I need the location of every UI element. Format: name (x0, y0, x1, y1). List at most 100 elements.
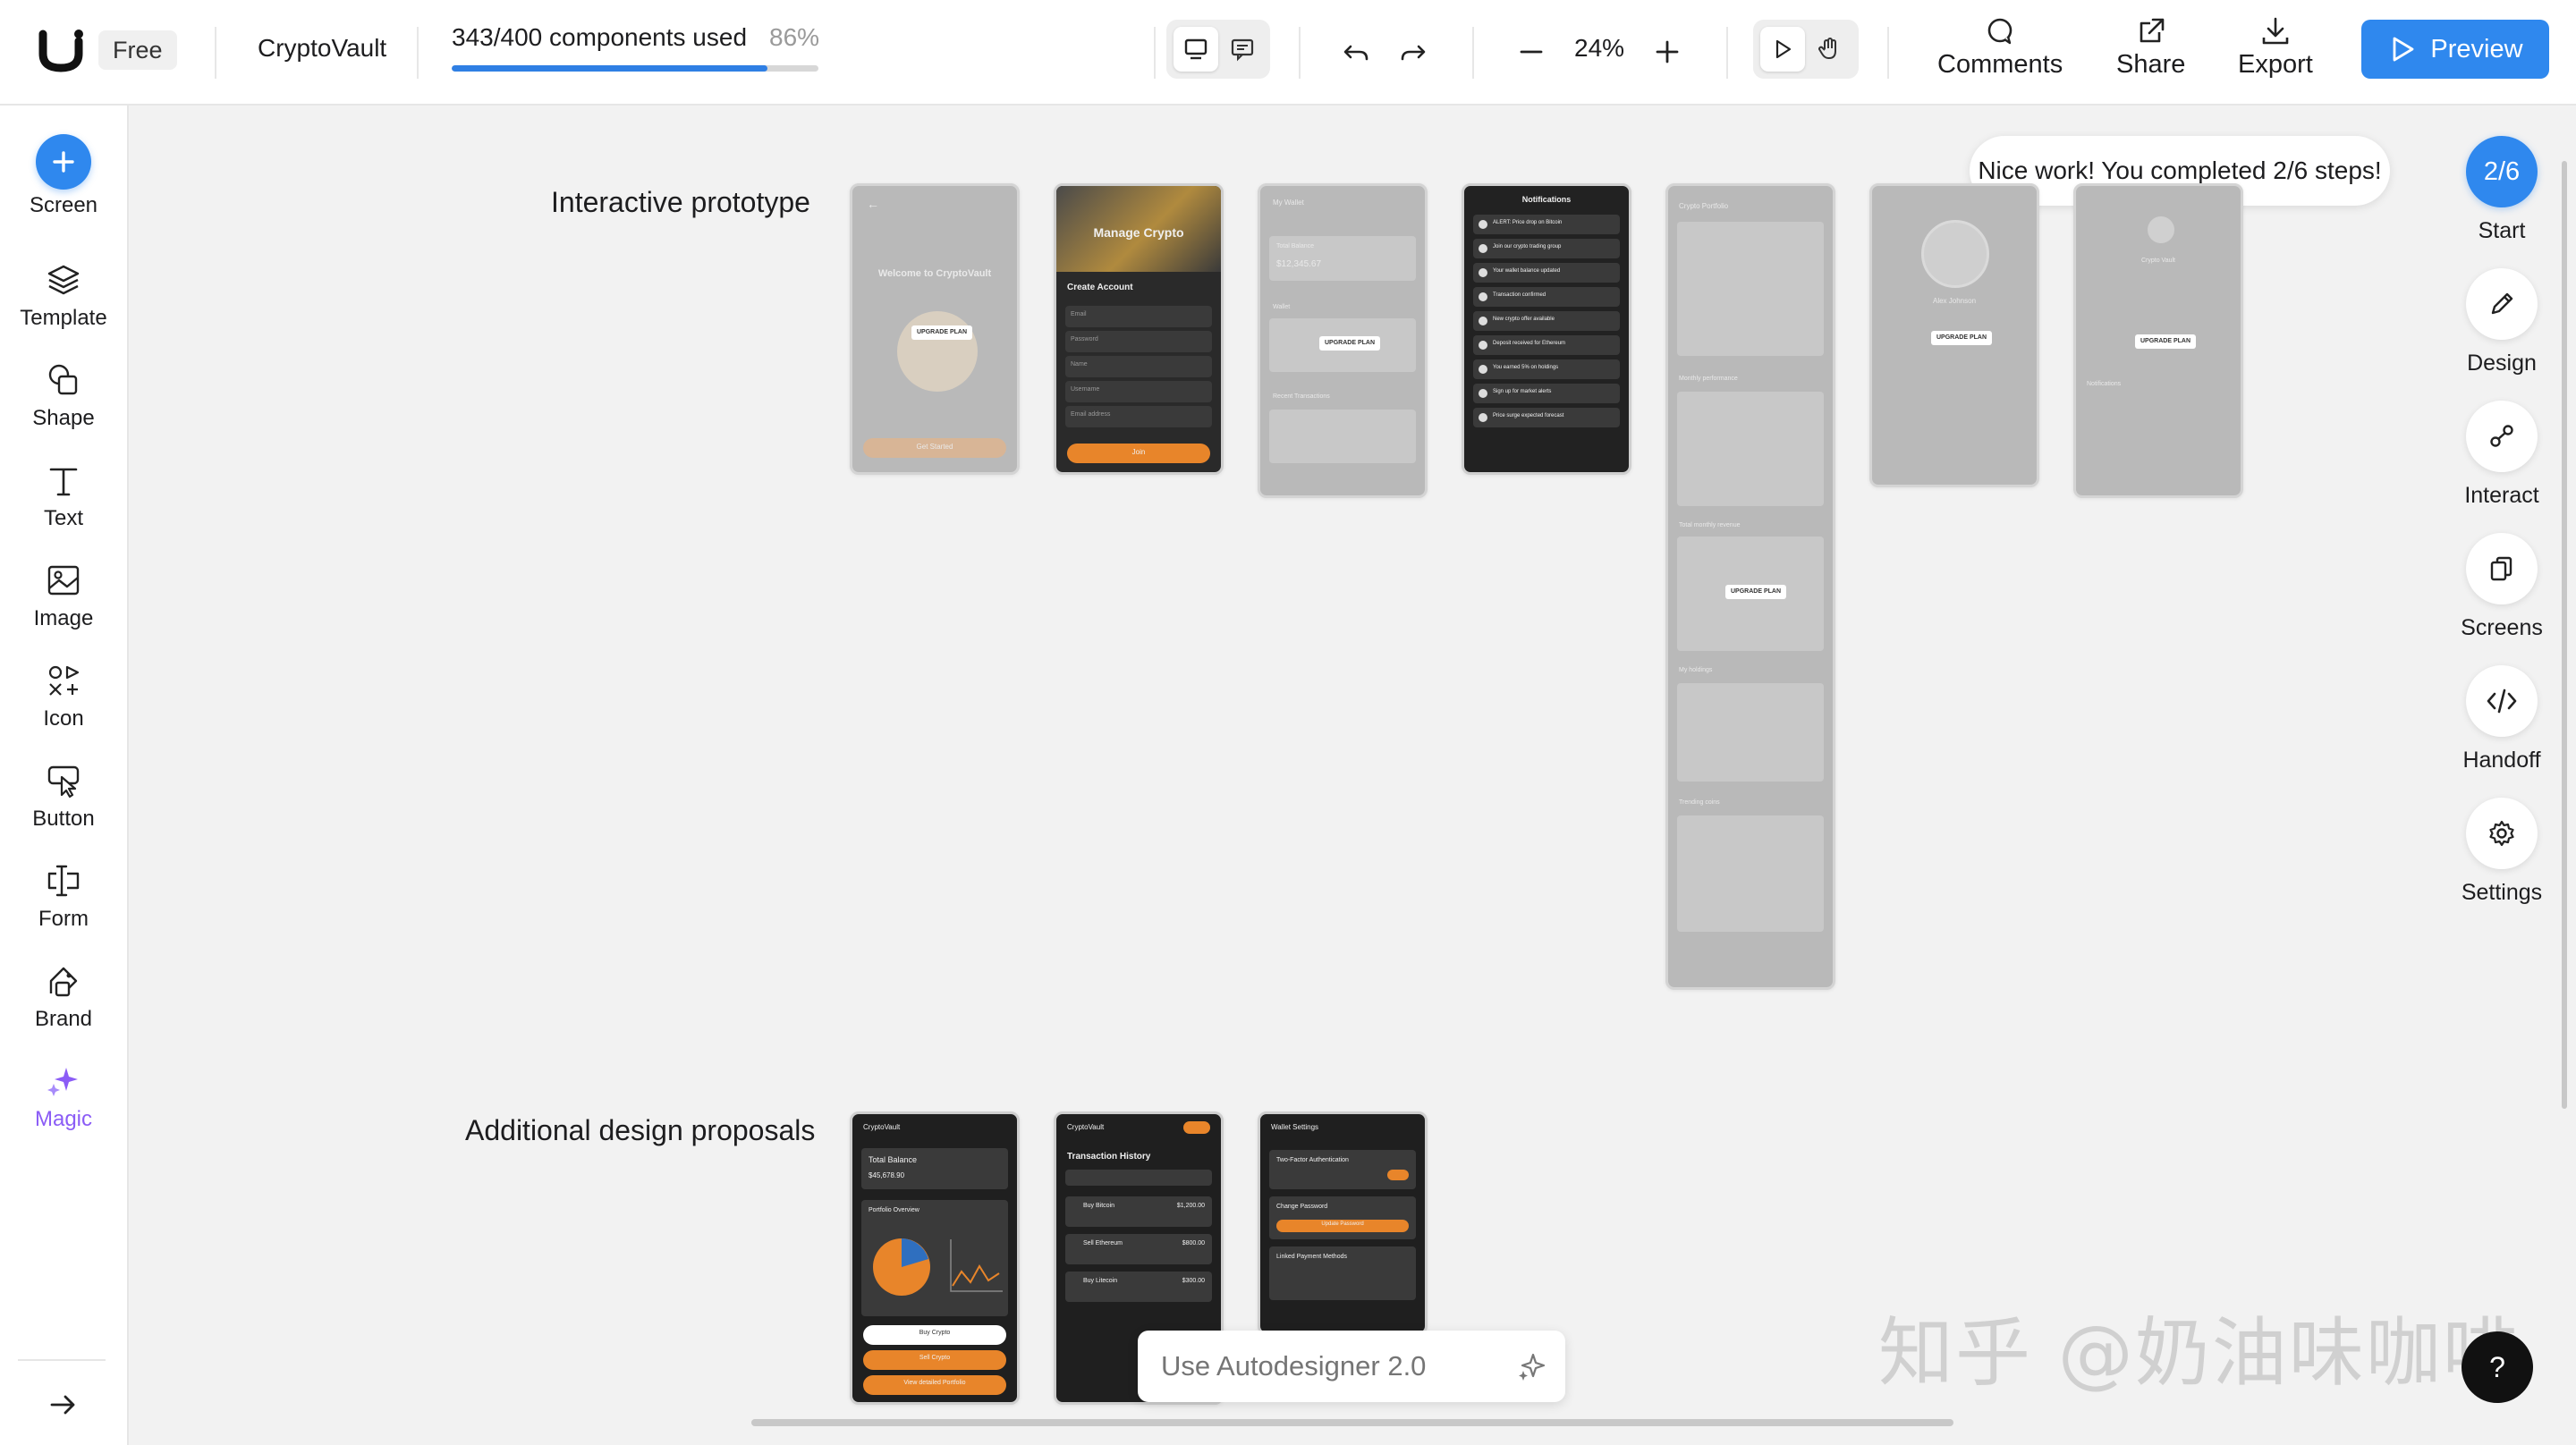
panel-handoff[interactable]: Handoff (2453, 665, 2551, 773)
tool-icon[interactable]: Icon (0, 658, 127, 748)
notification-icon (1479, 292, 1487, 301)
notification-text: Sign up for market alerts (1493, 389, 1552, 394)
transaction-row[interactable]: Sell Ethereum $800.00 (1065, 1234, 1212, 1264)
zoom-in-button[interactable] (1642, 27, 1692, 77)
panel-interact[interactable]: Interact (2453, 401, 2551, 509)
view-portfolio-button[interactable]: View detailed Portfolio (863, 1375, 1006, 1395)
desktop-view-button[interactable] (1174, 27, 1218, 72)
expand-sidebar-button[interactable] (39, 1381, 88, 1429)
autodesigner-input[interactable] (1161, 1350, 1483, 1382)
wallet-title: My Wallet (1273, 199, 1304, 207)
transaction-row[interactable]: Buy Bitcoin $1,200.00 (1065, 1196, 1212, 1227)
help-button[interactable]: ? (2462, 1331, 2533, 1403)
tool-form[interactable]: Form (0, 858, 127, 948)
screen-thumbnail-settings[interactable]: Crypto Vault UPGRADE PLAN Notifications (2073, 183, 2243, 498)
upgrade-badge[interactable]: UPGRADE PLAN (1931, 331, 1993, 345)
two-factor-toggle[interactable] (1387, 1170, 1409, 1180)
onboarding-start[interactable]: 2/6 Start (2453, 136, 2551, 244)
tool-screen[interactable]: Screen (0, 134, 127, 224)
screen-thumbnail-create-account[interactable]: Manage Crypto Create Account Email Passw… (1054, 183, 1224, 475)
share-button[interactable]: Share (2116, 16, 2185, 93)
undo-button[interactable] (1331, 27, 1381, 77)
tool-template[interactable]: Template (0, 258, 127, 347)
step-counter[interactable]: 2/6 (2466, 136, 2538, 207)
project-name[interactable]: CryptoVault (258, 34, 386, 63)
preview-button[interactable]: Preview (2361, 20, 2549, 79)
app-logo[interactable] (36, 29, 89, 73)
divider (1299, 27, 1301, 79)
select-tool-button[interactable] (1760, 27, 1805, 72)
zoom-out-button[interactable] (1506, 27, 1556, 77)
screen-thumbnail-wallet[interactable]: My Wallet Total Balance $12,345.67 Walle… (1258, 183, 1428, 498)
upgrade-badge[interactable]: UPGRADE PLAN (911, 325, 973, 340)
code-icon[interactable] (2466, 665, 2538, 737)
filter-bar[interactable] (1065, 1170, 1212, 1186)
sell-crypto-button[interactable]: Sell Crypto (863, 1350, 1006, 1370)
zoom-level[interactable]: 24% (1574, 34, 1624, 63)
screens-icon[interactable] (2466, 533, 2538, 604)
vertical-scrollbar[interactable] (2562, 161, 2567, 1109)
pencil-icon[interactable] (2466, 268, 2538, 340)
tool-image[interactable]: Image (0, 558, 127, 647)
name-field[interactable]: Name (1065, 356, 1212, 377)
screen-thumbnail-portfolio[interactable]: Crypto Portfolio Monthly performance Tot… (1665, 183, 1835, 990)
screen-thumbnail-profile[interactable]: Alex Johnson UPGRADE PLAN (1869, 183, 2039, 487)
upgrade-badge[interactable]: UPGRADE PLAN (1319, 336, 1381, 351)
panel-design[interactable]: Design (2453, 268, 2551, 376)
comments-button[interactable]: Comments (1937, 16, 2063, 93)
sparkle-icon[interactable] (1515, 1350, 1547, 1382)
divider (1726, 27, 1728, 79)
upgrade-badge[interactable]: UPGRADE PLAN (1725, 585, 1787, 599)
notification-row[interactable]: Transaction confirmed (1473, 287, 1620, 307)
notification-row[interactable]: New crypto offer available (1473, 311, 1620, 331)
proposal-thumbnail-wallet-settings[interactable]: Wallet Settings Two-Factor Authenticatio… (1258, 1111, 1428, 1335)
horizontal-scrollbar[interactable] (751, 1419, 1953, 1426)
gear-icon[interactable] (2466, 798, 2538, 869)
email-address-field[interactable]: Email address (1065, 406, 1212, 427)
tool-brand[interactable]: Brand (0, 959, 127, 1048)
notification-row[interactable]: Join our crypto trading group (1473, 239, 1620, 258)
tool-button[interactable]: Button (0, 758, 127, 848)
screen-thumbnail-notifications[interactable]: Notifications ALERT: Price drop on Bitco… (1462, 183, 1631, 475)
buy-crypto-button[interactable]: Buy Crypto (863, 1325, 1006, 1345)
interact-icon[interactable] (2466, 401, 2538, 472)
panel-screens[interactable]: Screens (2453, 533, 2551, 641)
notification-text: New crypto offer available (1493, 317, 1555, 322)
redo-button[interactable] (1388, 27, 1438, 77)
notification-row[interactable]: Price surge expected forecast (1473, 408, 1620, 427)
upgrade-badge[interactable]: UPGRADE PLAN (2135, 334, 2197, 349)
notification-row[interactable]: Your wallet balance updated (1473, 263, 1620, 283)
tool-magic[interactable]: Magic (0, 1059, 127, 1148)
app-title: CryptoVault (1067, 1123, 1105, 1131)
transaction-row[interactable]: Buy Litecoin $300.00 (1065, 1272, 1212, 1302)
username-field[interactable]: Username (1065, 381, 1212, 402)
plus-icon[interactable] (36, 134, 91, 190)
vault-logo (2148, 216, 2174, 243)
panel-settings[interactable]: Settings (2453, 798, 2551, 906)
update-password-button[interactable]: Update Password (1276, 1220, 1409, 1232)
balance-label: Total Balance (869, 1155, 918, 1164)
screen-thumbnail-welcome[interactable]: ← Welcome to CryptoVault UPGRADE PLAN Ge… (850, 183, 1020, 475)
notification-row[interactable]: You earned 5% on holdings (1473, 359, 1620, 379)
notification-row[interactable]: Sign up for market alerts (1473, 384, 1620, 403)
notification-row[interactable]: Deposit received for Ethereum (1473, 335, 1620, 355)
notification-row[interactable]: ALERT: Price drop on Bitcoin (1473, 215, 1620, 234)
hand-tool-button[interactable] (1807, 27, 1852, 72)
email-field[interactable]: Email (1065, 306, 1212, 327)
overview-label: Portfolio Overview (869, 1207, 919, 1213)
tool-text[interactable]: Text (0, 458, 127, 547)
export-label: Export (2238, 50, 2313, 79)
join-button[interactable]: Join (1067, 444, 1210, 463)
tool-shape[interactable]: Shape (0, 358, 127, 447)
undo-icon (1343, 45, 1368, 61)
get-started-button[interactable]: Get Started (863, 438, 1006, 458)
usage-progress-bar (452, 65, 818, 72)
password-field[interactable]: Password (1065, 331, 1212, 352)
notification-icon (1479, 413, 1487, 422)
comments-label: Comments (1937, 50, 2063, 79)
proposal-thumbnail-dashboard[interactable]: CryptoVault Total Balance $45,678.90 Por… (850, 1111, 1020, 1405)
plan-badge[interactable]: Free (98, 30, 177, 70)
comment-view-button[interactable] (1220, 27, 1265, 72)
export-button[interactable]: Export (2238, 16, 2313, 93)
row-amount: $1,200.00 (1176, 1203, 1205, 1209)
